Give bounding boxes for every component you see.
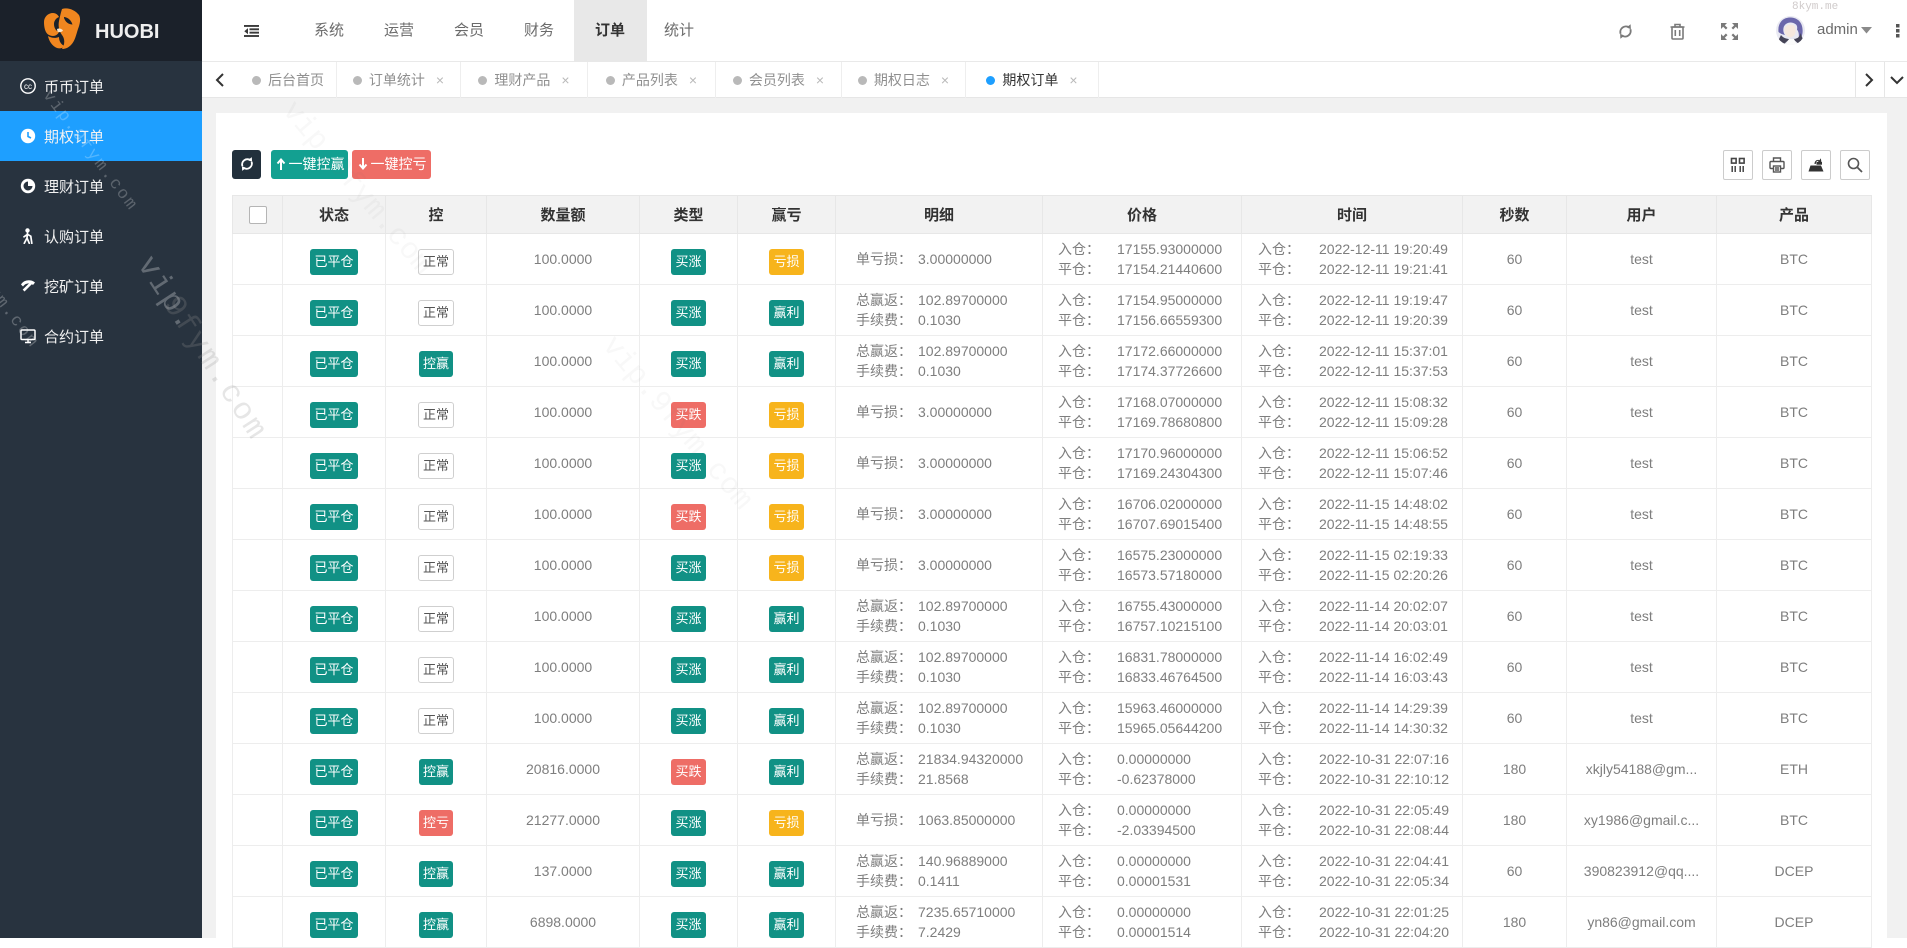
svg-text:cc: cc [24, 82, 32, 91]
